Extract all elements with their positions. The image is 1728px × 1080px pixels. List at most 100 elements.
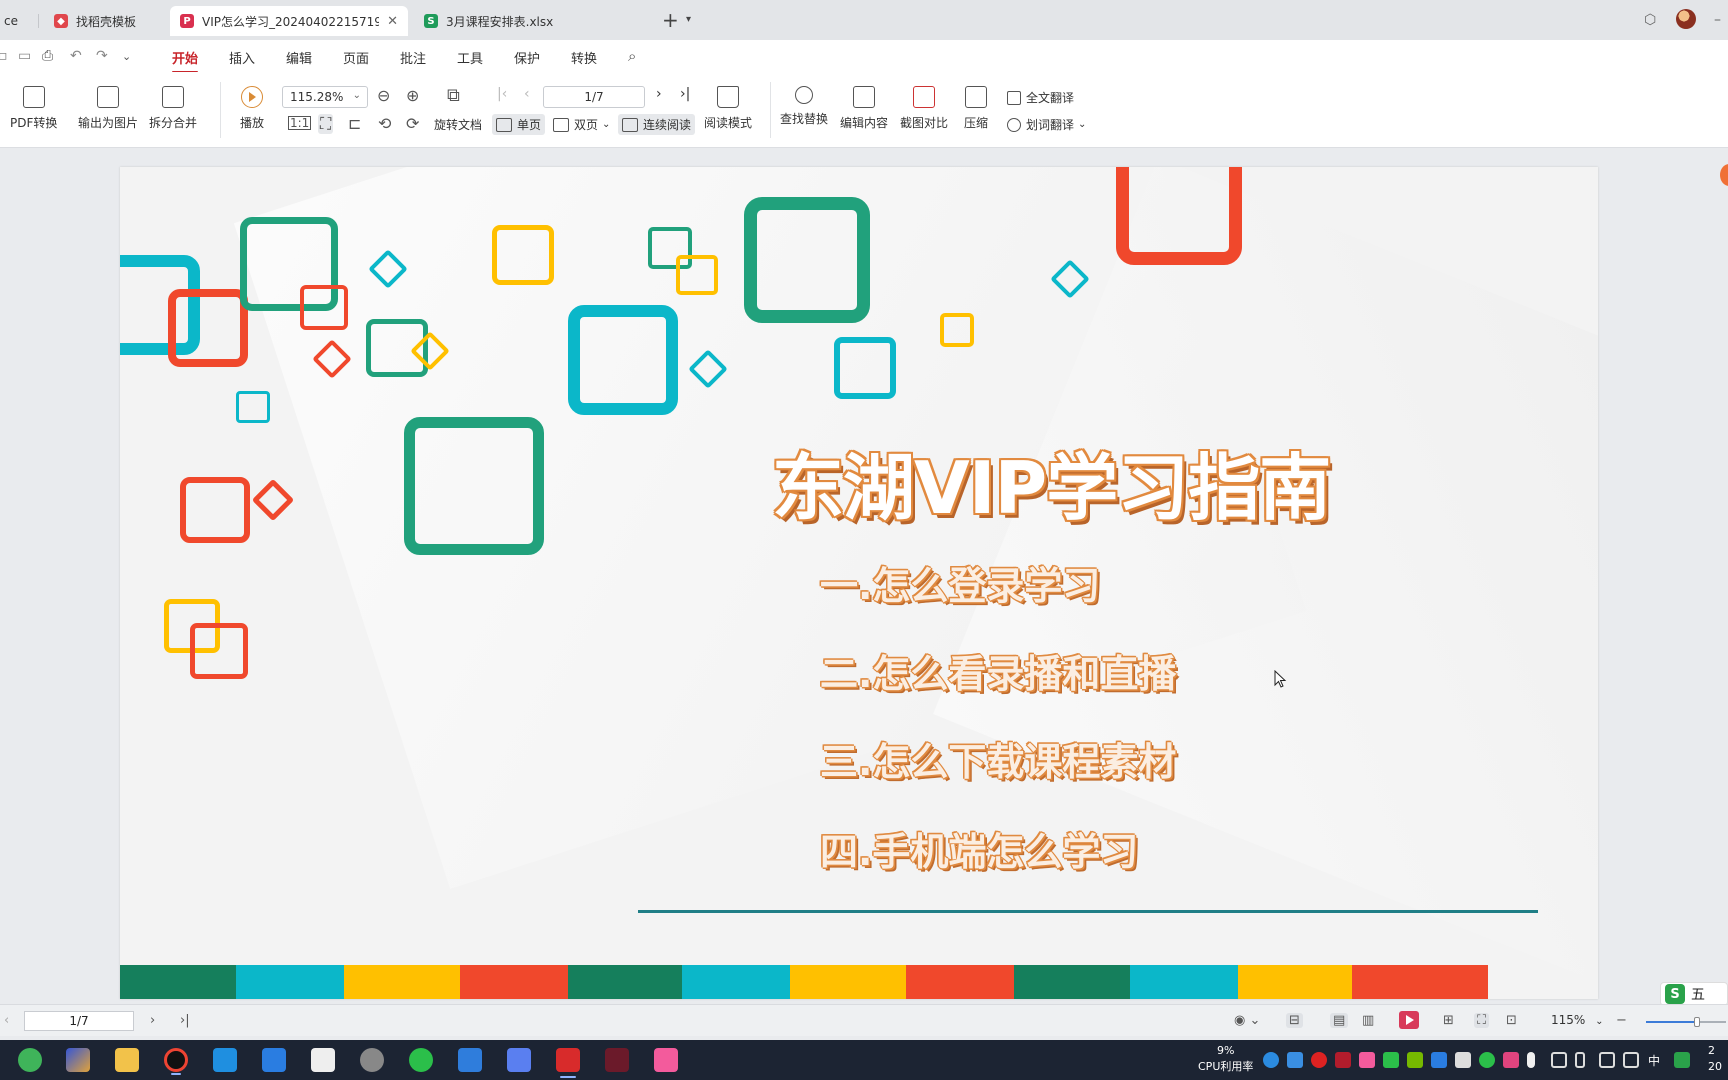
rotate-left-icon[interactable]: ⟲ xyxy=(378,114,391,133)
bilibili-icon[interactable] xyxy=(654,1048,678,1072)
network-icon[interactable] xyxy=(1599,1052,1615,1068)
last-page-icon[interactable]: ›| xyxy=(680,86,690,102)
word-translate-button[interactable]: 划词翻译 ⌄ xyxy=(1007,116,1086,133)
file-icon[interactable]: ▫ xyxy=(0,48,8,64)
menu-page[interactable]: 页面 xyxy=(343,48,369,67)
minimize-icon[interactable]: – xyxy=(1714,12,1721,28)
eye-icon[interactable]: ◉ ⌄ xyxy=(1234,1013,1260,1028)
zoom-slider[interactable] xyxy=(1646,1021,1726,1023)
file-explorer-icon[interactable] xyxy=(115,1048,139,1072)
single-page-button[interactable]: 单页 xyxy=(492,114,546,135)
rotate-document-button[interactable]: 旋转文档 xyxy=(434,116,482,133)
volume-icon[interactable] xyxy=(1551,1052,1567,1068)
display-icon[interactable] xyxy=(1623,1052,1639,1068)
zoom-out-icon[interactable]: ⊖ xyxy=(377,86,390,105)
ebook-app-icon[interactable] xyxy=(605,1048,629,1072)
menu-insert[interactable]: 插入 xyxy=(229,48,255,67)
fit-width-icon[interactable]: ⛶ xyxy=(318,114,334,134)
play-tray-icon[interactable] xyxy=(1383,1052,1399,1068)
actual-size-icon[interactable]: 1:1 xyxy=(288,116,312,130)
tray-app-icon[interactable] xyxy=(1287,1052,1303,1068)
browser-360-icon[interactable] xyxy=(18,1048,42,1072)
zoom-out-icon[interactable]: − xyxy=(1616,1013,1627,1028)
previous-page-icon[interactable]: ‹ xyxy=(4,1013,9,1028)
screenshot-compare-button[interactable]: 截图对比 xyxy=(900,86,948,131)
double-view-icon[interactable]: ▥ xyxy=(1362,1013,1374,1028)
clock[interactable]: 2 20 xyxy=(1708,1043,1722,1075)
menu-annotate[interactable]: 批注 xyxy=(400,48,426,67)
next-page-icon[interactable]: › xyxy=(150,1013,155,1028)
input-language[interactable]: 中 xyxy=(1648,1052,1660,1069)
compress-button[interactable]: 压缩 xyxy=(964,86,988,131)
zoom-slider-knob[interactable] xyxy=(1694,1017,1700,1027)
full-translate-button[interactable]: 全文翻译 xyxy=(1007,89,1074,106)
battery-icon[interactable] xyxy=(1575,1052,1585,1068)
fit-page-icon[interactable]: ⛶ xyxy=(1474,1013,1490,1028)
chat-tray-icon[interactable] xyxy=(1503,1052,1519,1068)
feishu-tray-icon[interactable] xyxy=(1431,1052,1447,1068)
bilibili-tray-icon[interactable] xyxy=(1359,1052,1375,1068)
fit-page-icon[interactable]: ⧉ xyxy=(447,85,460,106)
edit-content-button[interactable]: 编辑内容 xyxy=(840,86,888,131)
ebook-tray-icon[interactable] xyxy=(1335,1052,1351,1068)
menu-convert[interactable]: 转换 xyxy=(571,48,597,67)
onedrive-icon[interactable] xyxy=(1263,1052,1279,1068)
double-page-button[interactable]: 双页 ⌄ xyxy=(553,116,610,133)
read-mode-button[interactable]: 阅读模式 xyxy=(704,86,752,131)
notepad-icon[interactable] xyxy=(311,1048,335,1072)
page-number-input[interactable]: 1/7 xyxy=(543,86,645,108)
avatar[interactable] xyxy=(1676,9,1696,29)
sogou-tray-icon[interactable] xyxy=(1674,1052,1690,1068)
wechat-icon[interactable] xyxy=(409,1048,433,1072)
steam-icon[interactable] xyxy=(360,1048,384,1072)
tab-docer-templates[interactable]: ◆ 找稻壳模板 xyxy=(44,6,164,36)
settings-tray-icon[interactable] xyxy=(1455,1052,1471,1068)
wps-office-icon[interactable] xyxy=(556,1048,580,1078)
pdf-convert-button[interactable]: PDF转换 xyxy=(10,86,57,131)
tab-pdf-active[interactable]: P VIP怎么学习_20240402215719.p ✕ xyxy=(170,6,408,36)
first-page-icon[interactable]: |‹ xyxy=(497,86,507,102)
undo-icon[interactable]: ↶ xyxy=(70,48,82,64)
continuous-view-icon[interactable]: ⊟ xyxy=(1286,1013,1303,1028)
fit-width-icon[interactable]: ⊞ xyxy=(1443,1013,1454,1028)
close-tab-icon[interactable]: ✕ xyxy=(387,14,398,29)
dingtalk-icon[interactable] xyxy=(458,1048,482,1072)
find-replace-button[interactable]: 查找替换 xyxy=(780,86,828,127)
continuous-read-button[interactable]: 连续阅读 xyxy=(618,114,696,135)
chevron-down-icon[interactable]: ▾ xyxy=(686,14,691,25)
menu-protect[interactable]: 保护 xyxy=(514,48,540,67)
tab-ce[interactable]: ce xyxy=(0,6,38,36)
single-view-icon[interactable]: ▤ xyxy=(1330,1013,1349,1028)
status-page-input[interactable]: 1/7 xyxy=(24,1011,134,1031)
last-page-icon[interactable]: ›| xyxy=(180,1013,190,1028)
previous-page-icon[interactable]: ‹ xyxy=(524,86,530,102)
remote-desktop-icon[interactable] xyxy=(213,1048,237,1072)
cube-icon[interactable]: ⬡ xyxy=(1644,12,1656,28)
microphone-icon[interactable] xyxy=(1527,1052,1535,1068)
search-icon[interactable]: ⌕ xyxy=(628,47,636,65)
split-merge-button[interactable]: 拆分合并 xyxy=(149,86,197,131)
record-tray-icon[interactable] xyxy=(1311,1052,1327,1068)
new-tab-icon[interactable]: + xyxy=(662,8,679,32)
menu-tools[interactable]: 工具 xyxy=(457,48,483,67)
tab-spreadsheet[interactable]: S 3月课程安排表.xlsx xyxy=(414,6,654,36)
ime-indicator[interactable]: S 五 xyxy=(1660,982,1728,1006)
export-image-button[interactable]: 输出为图片 xyxy=(78,86,138,131)
brush-app-icon[interactable] xyxy=(66,1048,90,1072)
wechat-tray-icon[interactable] xyxy=(1479,1052,1495,1068)
menu-home[interactable]: 开始 xyxy=(172,48,199,73)
crop-icon[interactable]: ⊏ xyxy=(348,114,361,133)
play-slideshow-button[interactable] xyxy=(1399,1011,1419,1029)
rotate-right-icon[interactable]: ⟳ xyxy=(406,114,419,133)
nvidia-icon[interactable] xyxy=(1407,1052,1423,1068)
zoom-select[interactable]: 115.28% ⌄ xyxy=(282,86,368,108)
next-page-icon[interactable]: › xyxy=(656,86,662,102)
chevron-down-icon[interactable]: ⌄ xyxy=(122,50,131,63)
feishu-icon[interactable] xyxy=(262,1048,286,1072)
play-button[interactable]: 播放 xyxy=(240,86,264,131)
save-icon[interactable]: ▭ xyxy=(18,48,31,64)
zoom-in-icon[interactable]: ⊕ xyxy=(406,86,419,105)
screen-recorder-icon[interactable] xyxy=(164,1048,188,1075)
status-zoom-select[interactable]: 115% ⌄ xyxy=(1551,1013,1604,1027)
actual-size-icon[interactable]: ⊡ xyxy=(1506,1013,1517,1028)
